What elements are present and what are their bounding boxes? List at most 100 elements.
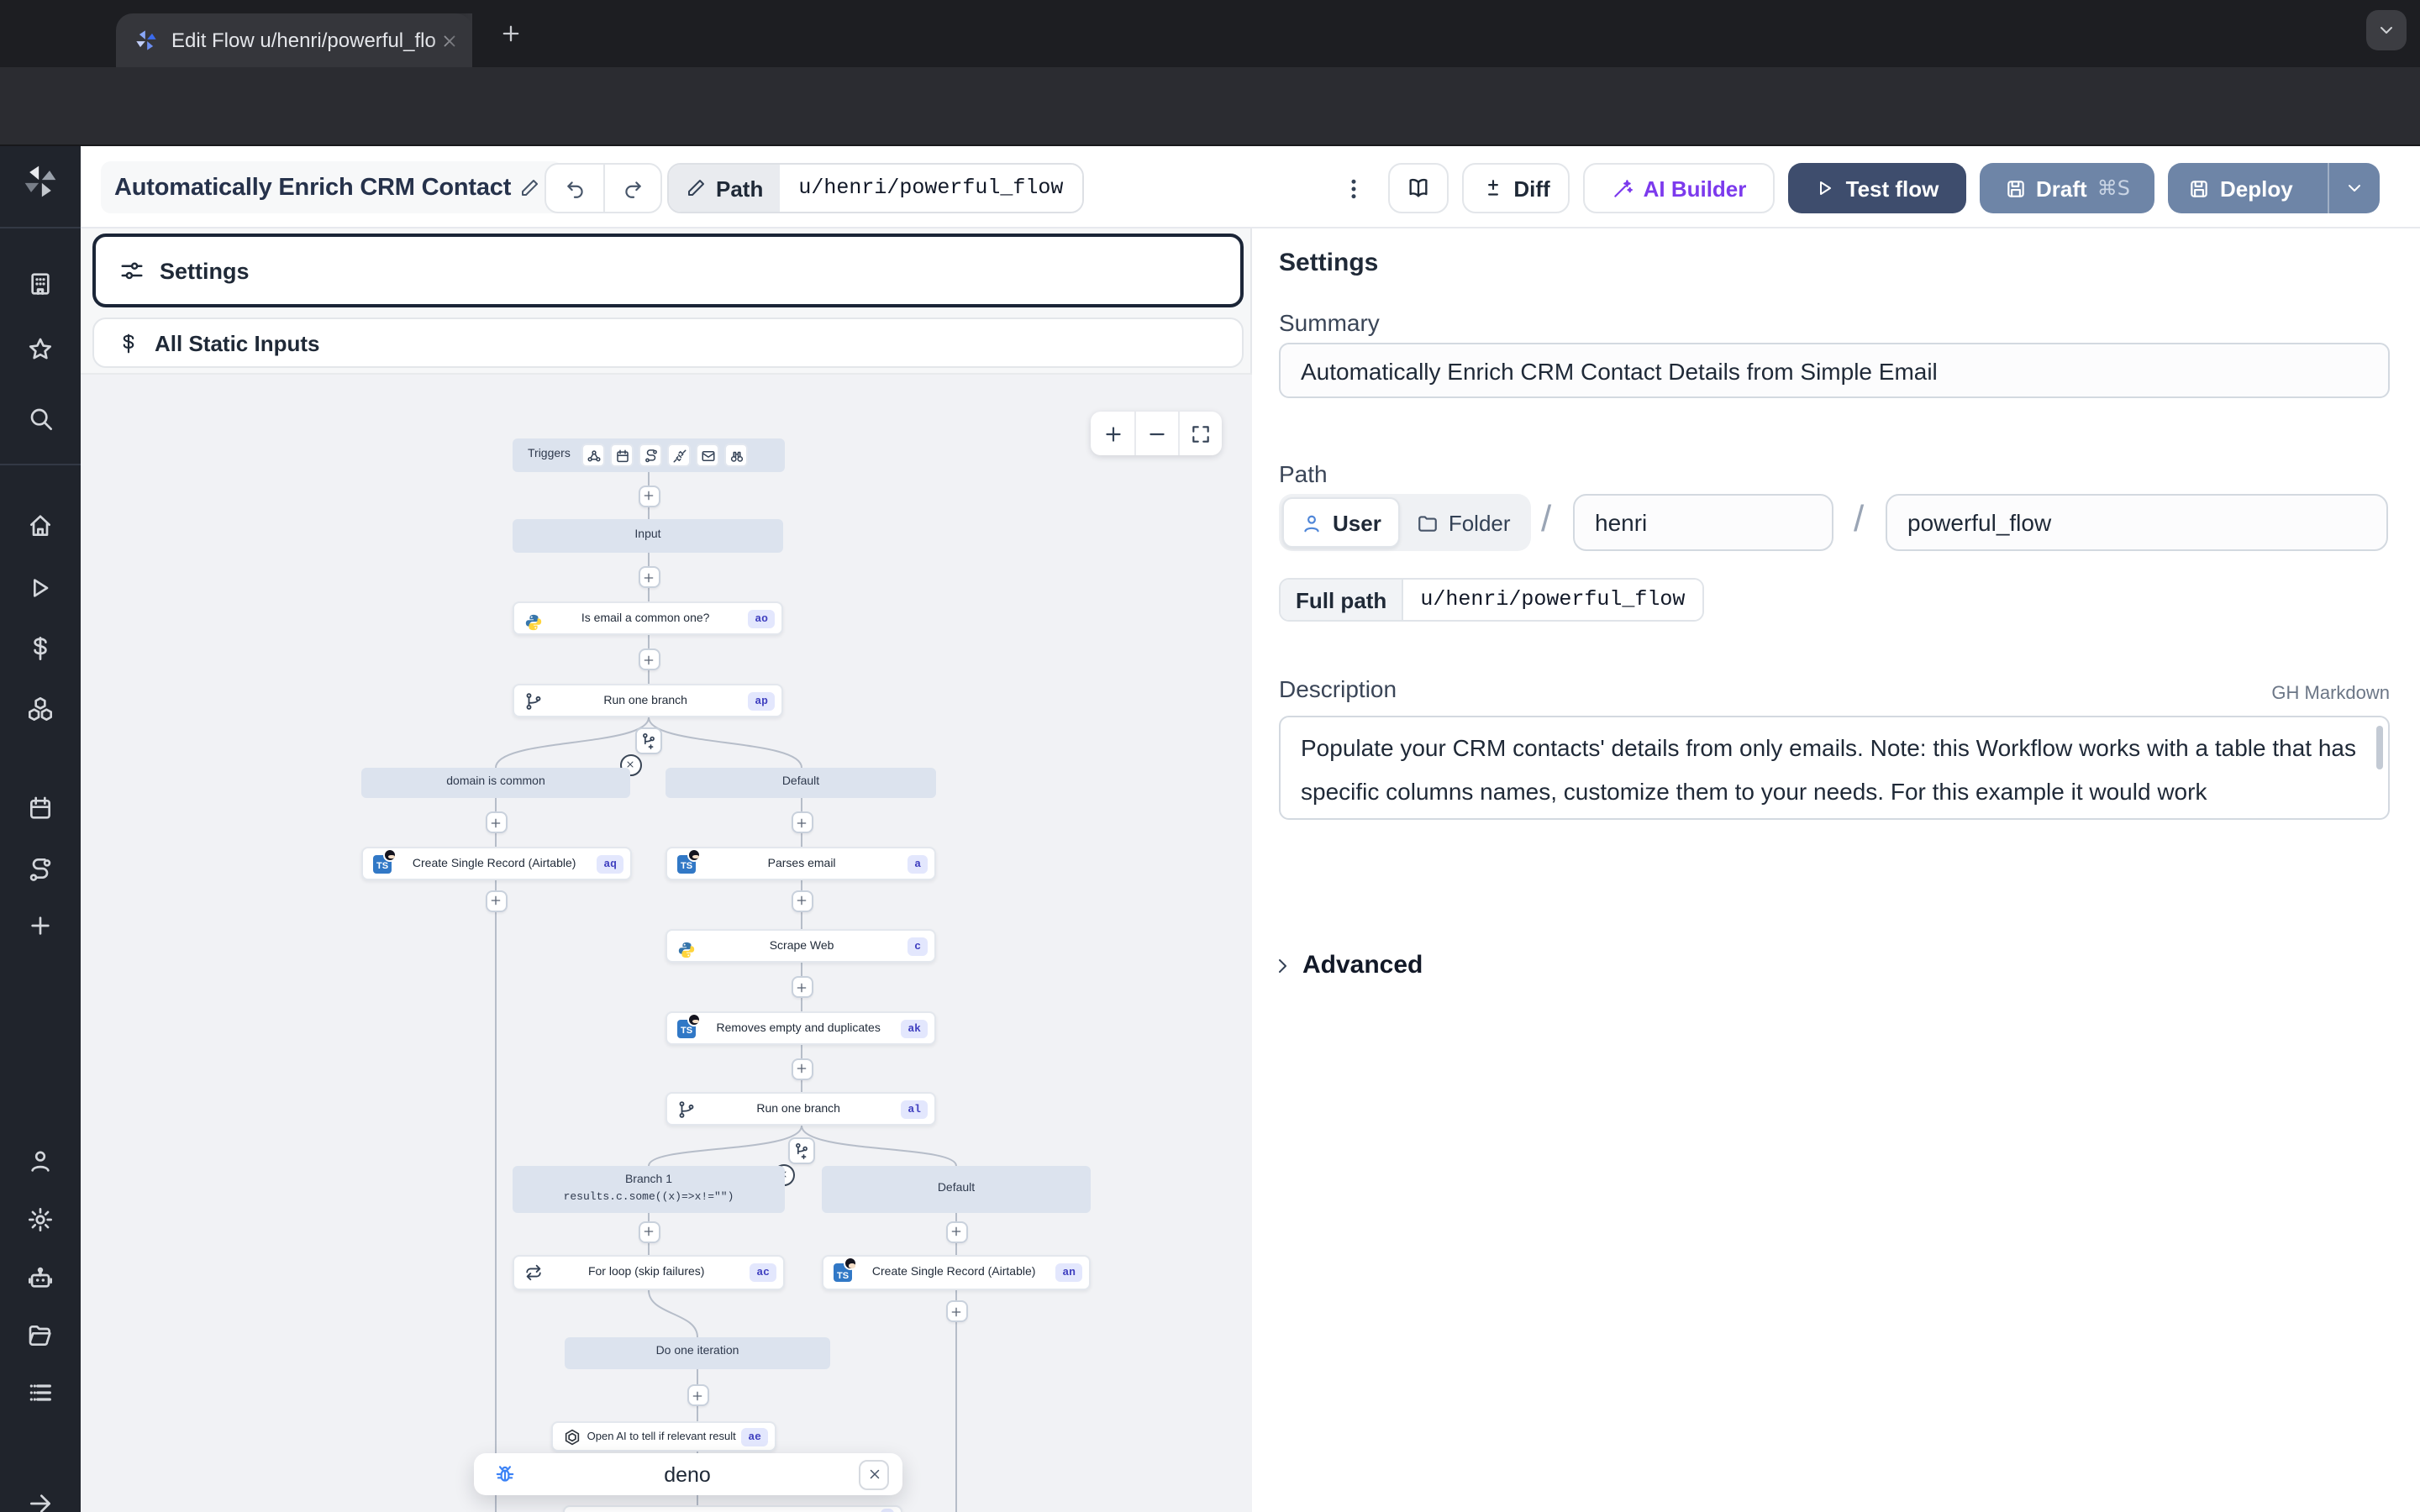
ai-builder-button[interactable]: AI Builder (1583, 163, 1775, 213)
node-id-badge: ae (741, 1427, 768, 1446)
deploy-chevron-down-icon[interactable] (2344, 178, 2365, 198)
branch-header-branch-1[interactable]: Branch 1 results.c.some((x)=>x!="") (513, 1166, 785, 1213)
path-chip[interactable]: Path u/henri/powerful_flow (667, 163, 1083, 213)
windmill-logo-icon[interactable] (22, 163, 59, 200)
polling-trigger-icon[interactable] (725, 444, 749, 467)
advanced-toggle[interactable]: Advanced (1272, 951, 1423, 979)
node-id-badge: ak (901, 1019, 928, 1037)
node-for-loop[interactable]: For loop (skip failures) ac (513, 1255, 785, 1290)
workers-robot-icon[interactable] (27, 1265, 54, 1292)
users-person-icon[interactable] (27, 1147, 54, 1174)
settings-card[interactable]: Settings (92, 234, 1244, 307)
summary-label: Summary (1279, 309, 1380, 336)
branch-header-default-2[interactable]: Default (822, 1166, 1091, 1213)
node-run-one-branch-2[interactable]: Run one branch al (666, 1092, 936, 1126)
favorites-star-icon[interactable] (27, 336, 54, 363)
new-tab-icon[interactable] (499, 22, 523, 45)
runs-play-icon[interactable] (27, 575, 54, 601)
route-trigger-icon[interactable] (639, 444, 663, 467)
user-toggle-option[interactable]: User (1282, 497, 1400, 548)
textarea-scrollbar[interactable] (2376, 726, 2383, 769)
branch-header-domain-common[interactable]: domain is common (361, 768, 630, 798)
webhook-trigger-icon[interactable] (582, 444, 606, 467)
add-step-button[interactable] (945, 1221, 967, 1242)
do-one-iteration-node[interactable]: Do one iteration (565, 1337, 830, 1369)
openai-icon (563, 1427, 581, 1446)
path-name-input[interactable] (1886, 494, 2388, 551)
input-node[interactable]: Input (513, 519, 783, 553)
diff-button[interactable]: Diff (1462, 163, 1570, 213)
node-run-one-branch-1[interactable]: Run one branch ap (513, 684, 783, 717)
edit-title-pencil-icon[interactable] (519, 177, 539, 197)
branch-header-default-1[interactable]: Default (666, 768, 936, 798)
add-branch-button[interactable] (635, 727, 662, 754)
expand-sidebar-arrow-icon[interactable] (27, 1490, 54, 1512)
add-step-button[interactable] (687, 1384, 708, 1406)
node-is-email-common[interactable]: Is email a common one? ao (513, 601, 783, 635)
triggers-node[interactable]: Triggers (513, 438, 785, 472)
docs-book-button[interactable] (1388, 163, 1449, 213)
add-step-button[interactable] (791, 976, 813, 998)
all-static-inputs-card[interactable]: All Static Inputs (92, 318, 1244, 368)
workspace-icon[interactable] (27, 270, 54, 297)
node-id-badge: c (908, 937, 928, 955)
path-pencil-icon (686, 178, 706, 198)
node-scrape-web[interactable]: Scrape Web c (666, 929, 936, 963)
test-flow-label: Test flow (1846, 176, 1939, 201)
test-flow-button[interactable]: Test flow (1788, 163, 1966, 213)
redo-button[interactable] (603, 165, 660, 212)
add-step-button[interactable] (485, 890, 507, 911)
add-step-button[interactable] (485, 811, 507, 833)
browser-tab[interactable]: Edit Flow u/henri/powerful_flo (116, 13, 472, 67)
node-parses-email[interactable]: TS Parses email a (666, 847, 936, 880)
websocket-trigger-icon[interactable] (668, 444, 692, 467)
add-branch-button[interactable] (788, 1137, 815, 1164)
deno-tooltip-card: deno (474, 1453, 902, 1495)
add-step-button[interactable] (945, 1300, 967, 1322)
add-step-button[interactable] (638, 1221, 660, 1242)
zoom-out-button[interactable] (1134, 412, 1178, 455)
settings-gear-icon[interactable] (27, 1206, 54, 1233)
folders-icon[interactable] (27, 1322, 54, 1349)
folder-toggle-option[interactable]: Folder (1400, 497, 1528, 548)
undo-button[interactable] (546, 165, 603, 212)
draft-button[interactable]: Draft ⌘S (1980, 163, 2154, 213)
node-openai-relevant[interactable]: Open AI to tell if relevant result ae (551, 1421, 776, 1452)
node-create-record-1[interactable]: TS Create Single Record (Airtable) aq (361, 847, 632, 880)
home-icon[interactable] (27, 512, 54, 539)
flow-title[interactable]: Automatically Enrich CRM Contact (101, 161, 563, 213)
add-step-button[interactable] (638, 566, 660, 588)
loop-icon (524, 1263, 543, 1282)
schedules-calendar-icon[interactable] (27, 795, 54, 822)
email-trigger-icon[interactable] (697, 444, 720, 467)
add-plus-icon[interactable] (27, 912, 54, 939)
add-step-button[interactable] (791, 1058, 813, 1079)
more-options-kebab-icon[interactable] (1341, 176, 1366, 202)
flow-canvas[interactable]: Triggers Input Is email a common one? ao (81, 373, 1252, 1512)
branch-icon (677, 1100, 696, 1118)
variables-dollar-icon[interactable] (27, 635, 54, 662)
path-owner-input[interactable] (1573, 494, 1833, 551)
logs-list-icon[interactable] (27, 1379, 54, 1406)
add-step-button[interactable] (791, 811, 813, 833)
input-node-label: Input (634, 528, 660, 545)
summary-input[interactable] (1279, 343, 2390, 398)
node-partial-bottom[interactable] (563, 1505, 902, 1512)
add-step-button[interactable] (791, 890, 813, 911)
triggers-route-icon[interactable] (27, 857, 54, 884)
fit-view-button[interactable] (1178, 412, 1222, 455)
description-textarea[interactable]: Populate your CRM contacts' details from… (1279, 716, 2390, 820)
resources-cubes-icon[interactable] (27, 696, 54, 722)
add-step-button[interactable] (638, 485, 660, 507)
search-icon[interactable] (27, 405, 54, 432)
close-tooltip-button[interactable] (859, 1459, 889, 1489)
window-chevron-icon[interactable] (2366, 10, 2407, 50)
deploy-button[interactable]: Deploy (2168, 163, 2380, 213)
zoom-in-button[interactable] (1091, 412, 1134, 455)
settings-heading: Settings (1279, 249, 1378, 277)
schedule-trigger-icon[interactable] (611, 444, 634, 467)
bug-icon (494, 1463, 516, 1485)
add-step-button[interactable] (638, 648, 660, 670)
node-create-record-2[interactable]: TS Create Single Record (Airtable) an (822, 1255, 1091, 1290)
node-removes-empty[interactable]: TS Removes empty and duplicates ak (666, 1011, 936, 1045)
